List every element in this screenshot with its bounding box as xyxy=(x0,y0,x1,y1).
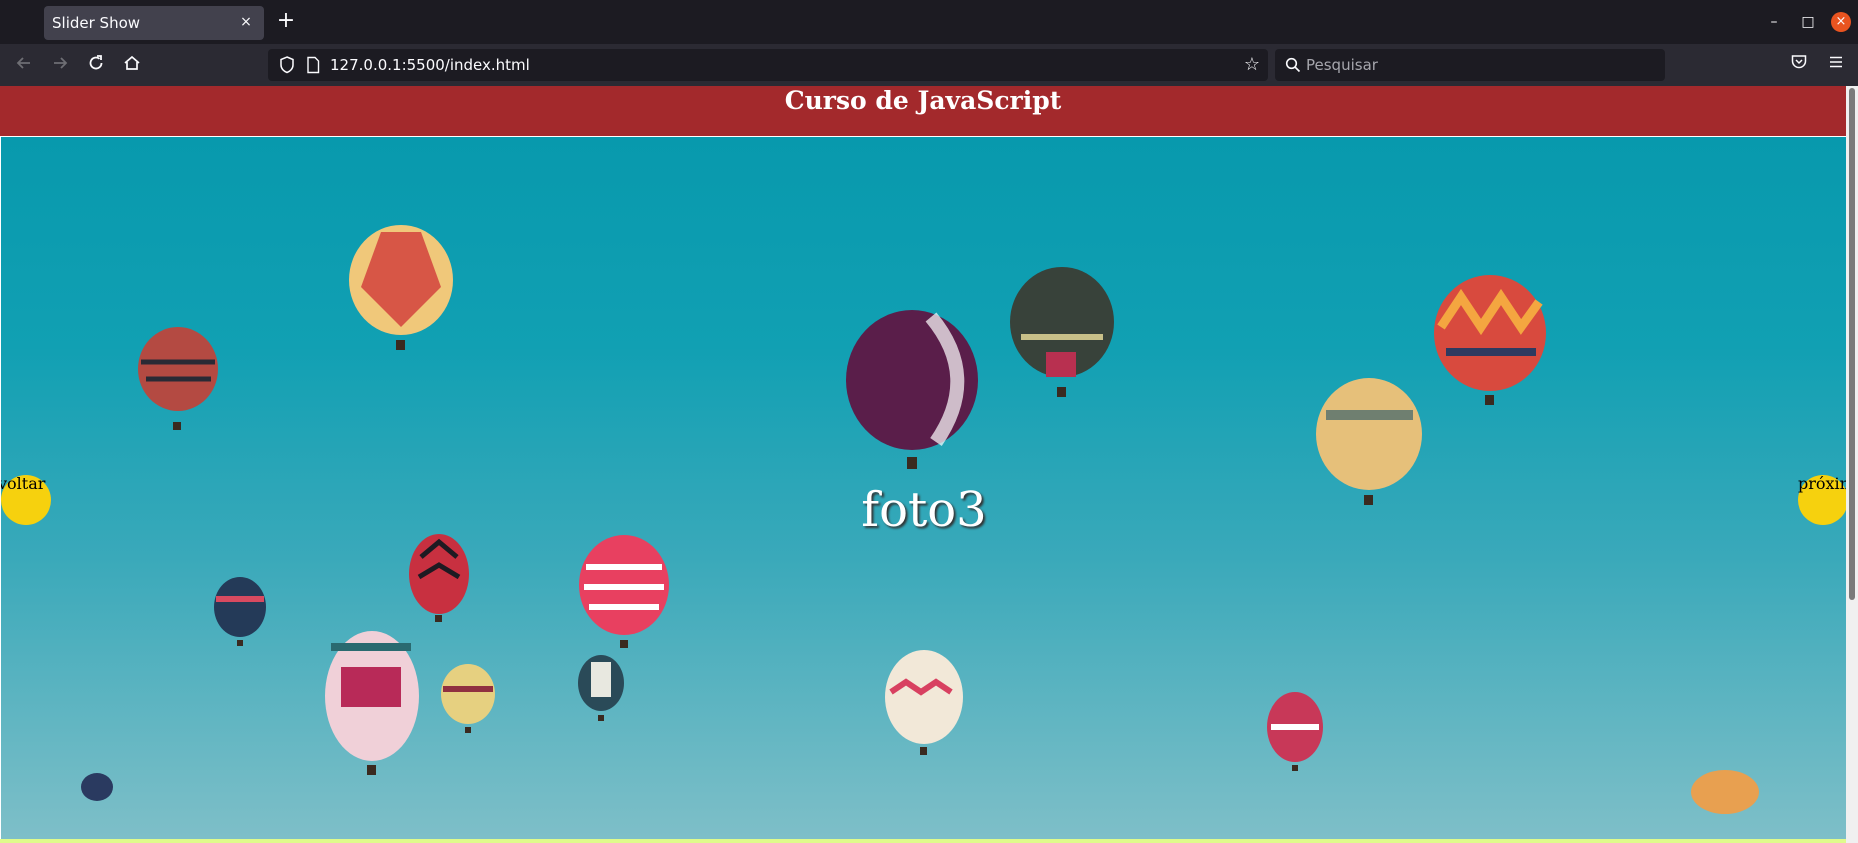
hot-air-balloon xyxy=(579,535,669,648)
search-placeholder: Pesquisar xyxy=(1306,56,1378,74)
scrollbar-thumb[interactable] xyxy=(1849,88,1855,600)
tab-strip: Slider Show × + – □ × xyxy=(0,0,1858,44)
page-icon xyxy=(306,56,320,74)
hot-air-balloon xyxy=(846,310,978,469)
page-header: Curso de JavaScript xyxy=(0,86,1846,136)
minimize-button[interactable]: – xyxy=(1764,12,1784,32)
hot-air-balloon xyxy=(885,650,963,755)
maximize-button[interactable]: □ xyxy=(1798,12,1818,32)
navigation-toolbar: 127.0.0.1:5500/index.html ☆ Pesquisar xyxy=(0,44,1858,86)
hot-air-balloon xyxy=(1010,267,1114,397)
hot-air-balloon xyxy=(1691,770,1759,814)
window-close-button[interactable]: × xyxy=(1831,12,1851,32)
hot-air-balloon xyxy=(1267,692,1323,771)
page-viewport: Curso de JavaScript foto3 voltar próxi xyxy=(0,86,1858,843)
page-title: Curso de JavaScript xyxy=(784,86,1062,115)
reload-icon[interactable] xyxy=(84,53,108,77)
hot-air-balloon xyxy=(138,327,218,430)
hot-air-balloon xyxy=(409,534,469,622)
page-footer-strip xyxy=(0,839,1846,843)
back-arrow-icon[interactable] xyxy=(12,53,36,77)
search-bar[interactable]: Pesquisar xyxy=(1275,49,1665,81)
forward-arrow-icon[interactable] xyxy=(48,53,72,77)
menu-icon[interactable] xyxy=(1824,53,1848,77)
hot-air-balloon xyxy=(214,577,266,646)
tab-title: Slider Show xyxy=(52,14,141,32)
slide-caption: foto3 xyxy=(861,482,987,538)
home-icon[interactable] xyxy=(120,53,144,77)
tab-close-icon[interactable]: × xyxy=(238,14,254,30)
tab-slider-show[interactable]: Slider Show × xyxy=(44,6,264,40)
hot-air-balloon xyxy=(441,664,495,733)
hot-air-balloon xyxy=(578,655,624,721)
next-slide-label[interactable]: próximo xyxy=(1798,474,1847,493)
hot-air-balloon xyxy=(325,631,419,775)
new-tab-button[interactable]: + xyxy=(274,10,298,34)
shield-icon[interactable] xyxy=(278,55,296,75)
address-bar[interactable]: 127.0.0.1:5500/index.html ☆ xyxy=(268,49,1268,81)
search-icon xyxy=(1285,57,1301,73)
hot-air-balloon xyxy=(81,773,113,801)
previous-slide-label[interactable]: voltar xyxy=(1,474,45,493)
slide-image: foto3 voltar próximo xyxy=(1,137,1847,839)
bookmark-star-icon[interactable]: ☆ xyxy=(1244,54,1260,75)
pocket-icon[interactable] xyxy=(1787,53,1811,77)
vertical-scrollbar[interactable] xyxy=(1846,86,1858,843)
hot-air-balloon xyxy=(1434,275,1546,405)
hot-air-balloon xyxy=(349,225,453,350)
url-text[interactable]: 127.0.0.1:5500/index.html xyxy=(330,56,530,74)
